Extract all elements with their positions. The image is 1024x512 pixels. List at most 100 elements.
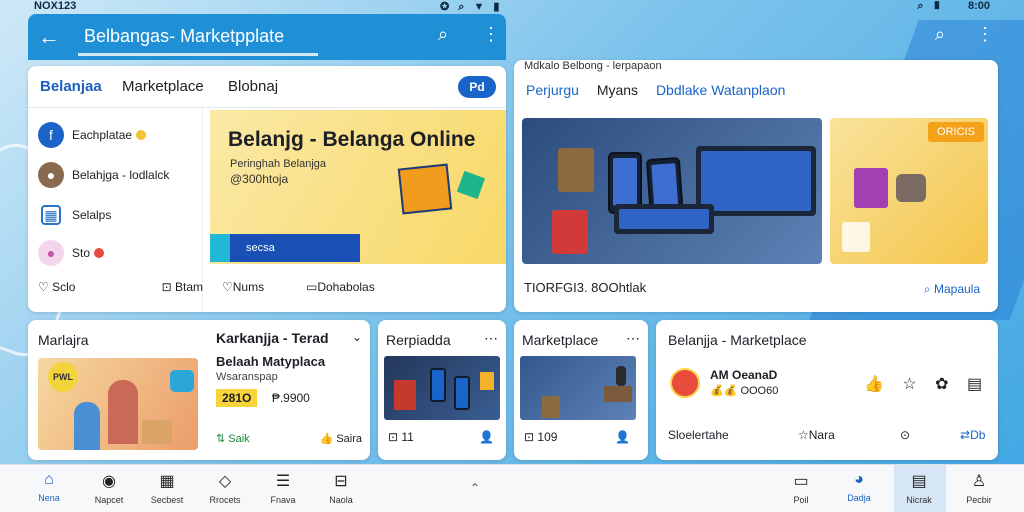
right-tab-bar: Perjurgu Myans Dbdlake Watanplaon: [526, 82, 799, 98]
menu-label: Belahjga - lodlalck: [72, 168, 170, 182]
info-icon[interactable]: ⊙: [900, 428, 910, 442]
nav-item-fnava[interactable]: ☰ Fnava: [258, 471, 308, 505]
product-thumbnail-icon[interactable]: ▤: [967, 376, 982, 393]
bag-illustration: [842, 222, 870, 252]
box-illustration: [542, 396, 560, 418]
tab-blobnaj[interactable]: Blobnaj: [228, 78, 278, 95]
chevron-up-icon[interactable]: ⌃: [470, 481, 480, 495]
comment-action[interactable]: ▭ Dohabolas: [306, 280, 375, 294]
footer-label: 109: [537, 430, 558, 444]
tab-marketplace[interactable]: Marketplace: [122, 78, 204, 95]
footer-left-label: Sloelertahe: [668, 428, 729, 442]
share-action[interactable]: ⇄ Db: [960, 428, 985, 442]
menu-label: Eachplatae: [72, 128, 133, 142]
tab-belanjaa[interactable]: Belanjaa: [40, 78, 102, 95]
menu-item-selalps[interactable]: ▦ Selalps: [38, 200, 198, 230]
thumbs-up-icon[interactable]: 👍: [864, 376, 884, 393]
app-bar: ← Belbangas- Marketpplate ⌕ ⋮: [28, 14, 506, 60]
home-icon: ⌂: [44, 471, 54, 488]
menu-footer-left[interactable]: ♡ Sclo: [38, 280, 75, 294]
menu-footer-right[interactable]: ⊡ Btam: [162, 280, 203, 294]
facebook-icon: f: [38, 122, 64, 148]
seller-stats: 💰💰 OOO60: [710, 385, 779, 397]
badge-dot: [136, 130, 147, 140]
card-image[interactable]: [384, 356, 500, 420]
nav-label: Fnava: [270, 495, 296, 505]
price-secondary: ₱.9900: [271, 391, 310, 405]
footer-label: Nara: [808, 428, 835, 442]
more-vert-icon[interactable]: ⋮: [482, 24, 500, 45]
nav-item-dadja[interactable]: ◕ Dadja: [834, 471, 884, 503]
status-carrier: NOX123: [34, 0, 77, 12]
promo-banner[interactable]: Belanjg - Belanga Online Peringhah Belan…: [210, 110, 506, 264]
box-illustration: [480, 372, 494, 390]
nav-item-secbest[interactable]: ▦ Secbest: [142, 471, 192, 505]
promo-button[interactable]: secsa: [210, 234, 360, 262]
breadcrumb: Mdkalo Belbong - lerpapaon: [524, 60, 662, 72]
nav-item-nicrak[interactable]: ▤ Nicrak: [894, 471, 944, 505]
detail-subtitle: Belaah Matyplaca: [216, 354, 326, 369]
menu-item-belahjga[interactable]: ● Belahjga - lodlalck: [38, 160, 198, 190]
price-badge: 281O: [216, 389, 258, 407]
avatar-icon: ●: [38, 162, 64, 188]
calendar-icon: ▦: [159, 473, 175, 490]
map-link[interactable]: ⌕ Mapaula: [924, 282, 980, 297]
bottom-card-2: Rerpiadda ⋯ ⊡ 11 👤: [378, 320, 506, 460]
tab-perjurgu[interactable]: Perjurgu: [526, 82, 579, 98]
tab-myans[interactable]: Myans: [597, 82, 638, 98]
box-illustration: [142, 420, 172, 444]
nav-item-poil[interactable]: ▭ Poil: [776, 471, 826, 505]
status-time: 8:00: [967, 0, 990, 12]
pill-button[interactable]: Pd: [458, 76, 496, 98]
status-icons: ✪ ⌕ ▼ ▮: [440, 1, 503, 13]
menu-item-eachplatae[interactable]: f Eachplatae: [38, 120, 198, 150]
app-icon: [170, 370, 194, 392]
search-icon[interactable]: ⌕: [438, 24, 448, 45]
search-icon[interactable]: ⌕: [935, 24, 945, 44]
footer-right[interactable]: 👍 Saira: [320, 432, 362, 445]
more-horiz-icon[interactable]: ⋯: [626, 330, 640, 347]
share-icon[interactable]: ✿: [935, 376, 948, 393]
back-arrow-icon[interactable]: ←: [38, 24, 60, 50]
right-actions: ⌕ ⋮: [909, 24, 994, 45]
hero-image-devices[interactable]: [522, 118, 822, 264]
card-title: Marketplace: [522, 332, 599, 348]
like-action[interactable]: ♡ Nums: [222, 280, 264, 294]
nav-item-rrocets[interactable]: ◇ Rrocets: [200, 471, 250, 505]
card-image[interactable]: [520, 356, 636, 420]
footer-left[interactable]: ⇅ Saik: [216, 432, 250, 445]
shopping-image[interactable]: PWL: [38, 358, 198, 450]
avatar[interactable]: [670, 368, 700, 398]
footer-left[interactable]: ⊡ 11: [388, 430, 414, 444]
promo-tag: ORICIS: [928, 122, 984, 142]
card-title: Marlajra: [38, 332, 89, 348]
star-icon[interactable]: ☆: [902, 376, 916, 393]
more-horiz-icon[interactable]: ⋯: [484, 330, 498, 347]
footer-left[interactable]: ⊡ 109: [524, 430, 557, 444]
bottom-card-4: Belanjja - Marketplace AM OeanaD 💰💰 OOO6…: [656, 320, 998, 460]
user-icon: ♙: [971, 473, 987, 490]
chevron-down-icon[interactable]: ⌄: [352, 330, 362, 344]
person-illustration: [108, 380, 138, 444]
menu-item-sto[interactable]: ● Sto: [38, 238, 198, 268]
nav-item-pecbir[interactable]: ♙ Pecbir: [954, 471, 1004, 505]
more-vert-icon[interactable]: ⋮: [976, 24, 994, 44]
tab-watanplaon[interactable]: Dbdlake Watanplaon: [656, 82, 785, 98]
nav-label: Poil: [793, 495, 809, 505]
bottom-card-3: Marketplace ⋯ ⊡ 109 👤: [514, 320, 648, 460]
nav-item-home[interactable]: ⌂ Nena: [24, 471, 74, 503]
gift-box-illustration: [397, 163, 453, 215]
bell-icon: ●: [38, 240, 64, 266]
image-badge: PWL: [48, 362, 78, 392]
doc-icon: ▭: [793, 473, 809, 490]
avatar-icon: ◕: [854, 471, 864, 488]
nav-item-napcet[interactable]: ◉ Napcet: [84, 471, 134, 505]
nav-item-naola[interactable]: ⊟ Naola: [316, 471, 366, 505]
favorite-action[interactable]: ☆ Nara: [798, 428, 835, 442]
user-icon[interactable]: 👤: [615, 430, 630, 444]
bottom-card-1: Marlajra PWL Karkanjja - Terad ⌄ Belaah …: [28, 320, 370, 460]
user-icon[interactable]: 👤: [479, 430, 494, 444]
hero-image-bags[interactable]: ORICIS: [830, 118, 988, 264]
title-underline: [78, 53, 318, 56]
nav-label: Dadja: [847, 493, 871, 503]
